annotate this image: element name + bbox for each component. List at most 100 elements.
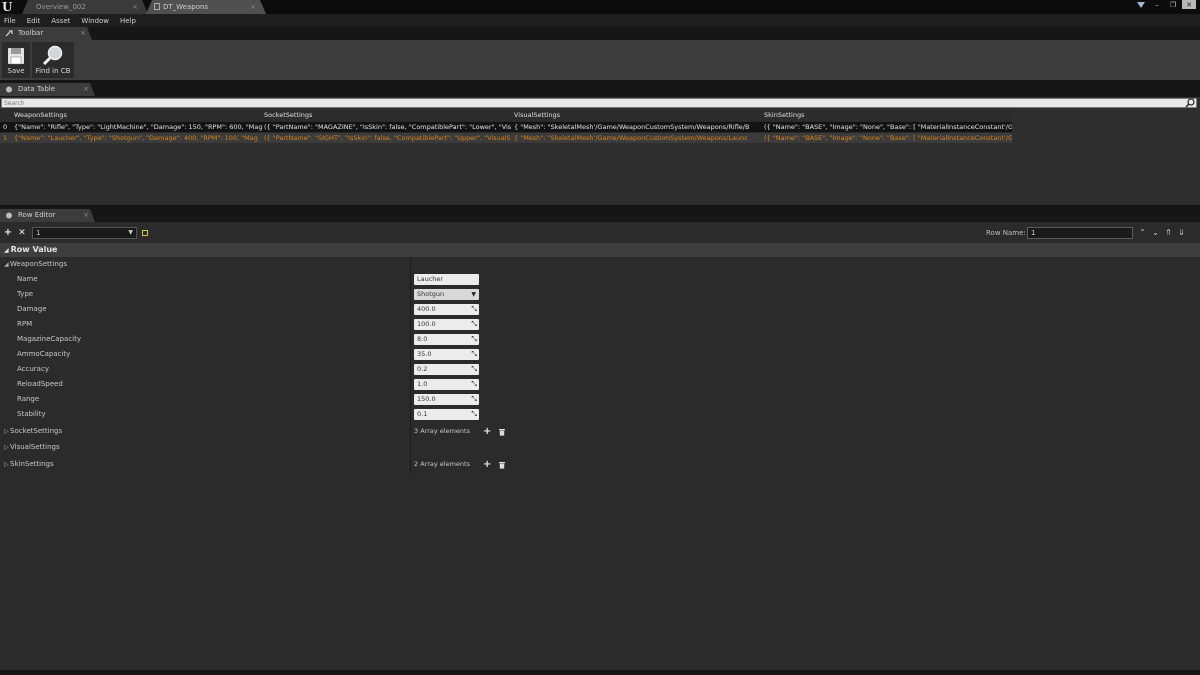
range-field[interactable]: 150.0 ⤡ xyxy=(414,394,479,405)
tab-toolbar[interactable]: Toolbar × xyxy=(0,27,92,40)
property-row-reload-speed: ReloadSpeed 1.0 ⤡ xyxy=(0,377,1200,392)
table-row-selected[interactable]: 1 {"Name": "Laucher", "Type": "Shotgun",… xyxy=(0,132,1012,143)
close-icon[interactable]: × xyxy=(83,209,89,222)
property-label: ReloadSpeed xyxy=(17,380,63,388)
close-window-icon[interactable]: ✕ xyxy=(1182,0,1196,9)
spin-arrows-icon[interactable]: ⤡ xyxy=(471,319,477,330)
stability-value: 0.1 xyxy=(417,410,428,418)
ammo-capacity-field[interactable]: 35.0 ⤡ xyxy=(414,349,479,360)
property-row-ammo-capacity: AmmoCapacity 35.0 ⤡ xyxy=(0,347,1200,362)
maximize-icon[interactable]: ❐ xyxy=(1166,0,1180,9)
close-icon[interactable]: × xyxy=(132,0,138,14)
group-socket-settings[interactable]: ▷ SocketSettings 3 Array elements + xyxy=(0,424,1200,439)
add-element-icon[interactable]: + xyxy=(483,457,491,472)
spin-arrows-icon[interactable]: ⤡ xyxy=(471,334,477,345)
add-element-icon[interactable]: + xyxy=(483,424,491,439)
spin-arrows-icon[interactable]: ⤡ xyxy=(471,349,477,360)
minimize-icon[interactable]: – xyxy=(1150,0,1164,9)
table-cell: { "Mesh": "SkeletalMesh'/Game/WeaponCust… xyxy=(514,123,750,131)
table-row[interactable]: 0 {"Name": "Rifle", "Type": "LightMachin… xyxy=(0,121,1012,132)
tab-data-table[interactable]: Data Table × xyxy=(0,83,95,96)
column-header[interactable]: VisualSettings xyxy=(512,110,762,121)
document-tab-label: DT_Weapons xyxy=(163,3,209,11)
row-select-dropdown[interactable]: 1 ▼ xyxy=(32,227,137,239)
search-icon[interactable] xyxy=(1185,98,1195,108)
magazine-capacity-field[interactable]: 8.0 ⤡ xyxy=(414,334,479,345)
group-skin-settings[interactable]: ▷ SkinSettings 2 Array elements + xyxy=(0,457,1200,472)
window-controls: – ❐ ✕ xyxy=(1134,0,1196,10)
stability-field[interactable]: 0.1 ⤡ xyxy=(414,409,479,420)
column-header[interactable]: WeaponSettings xyxy=(12,110,262,121)
table-cell: ({ "PartName": "MAGAZINE", "IsSkin": fal… xyxy=(264,123,512,131)
notification-icon[interactable] xyxy=(1134,0,1148,9)
panel-tab-label: Toolbar xyxy=(18,29,44,37)
move-down-icon[interactable]: ⌄ xyxy=(1151,228,1160,237)
expanded-triangle-icon: ◢ xyxy=(4,261,9,268)
reload-speed-field[interactable]: 1.0 ⤡ xyxy=(414,379,479,390)
damage-field[interactable]: 400.0 ⤡ xyxy=(414,304,479,315)
collapse-triangle-icon: ◢ xyxy=(4,247,9,254)
rpm-value: 100.0 xyxy=(417,320,436,328)
group-weapon-settings[interactable]: ◢ WeaponSettings xyxy=(0,257,1200,272)
menu-window[interactable]: Window xyxy=(81,17,109,25)
move-up-icon[interactable]: ⌃ xyxy=(1138,228,1147,237)
property-label: VisualSettings xyxy=(10,443,60,451)
property-label: Name xyxy=(17,275,38,283)
property-label: SocketSettings xyxy=(10,427,63,435)
property-label: Accuracy xyxy=(17,365,49,373)
menu-help[interactable]: Help xyxy=(120,17,136,25)
search-input[interactable] xyxy=(2,99,1182,108)
close-icon[interactable]: × xyxy=(250,0,256,14)
spin-arrows-icon[interactable]: ⤡ xyxy=(471,304,477,315)
find-in-cb-button[interactable]: Find in CB xyxy=(32,42,74,78)
row-name-input[interactable]: 1 xyxy=(1027,227,1133,239)
menu-edit[interactable]: Edit xyxy=(27,17,41,25)
add-row-icon[interactable]: + xyxy=(3,228,13,238)
toolbar-panel-strip: Toolbar × xyxy=(0,27,1200,40)
row-editor-toolbar: + ✕ 1 ▼ Row Name: 1 ⌃ ⌄ ⇑ ⇓ xyxy=(0,222,1200,243)
menu-asset[interactable]: Asset xyxy=(51,17,70,25)
document-tab-overview[interactable]: Overview_002 × xyxy=(22,0,148,14)
column-header[interactable]: SkinSettings xyxy=(762,110,1012,121)
spin-arrows-icon[interactable]: ⤡ xyxy=(471,364,477,375)
property-label: Stability xyxy=(17,410,46,418)
close-icon[interactable]: × xyxy=(83,83,89,96)
remove-row-icon[interactable]: ✕ xyxy=(17,228,27,238)
tab-row-editor[interactable]: Row Editor × xyxy=(0,209,95,222)
rpm-field[interactable]: 100.0 ⤡ xyxy=(414,319,479,330)
trash-icon[interactable] xyxy=(498,428,506,436)
spin-arrows-icon[interactable]: ⤡ xyxy=(471,379,477,390)
panel-tab-label: Data Table xyxy=(18,85,56,93)
row-editor-tab-icon xyxy=(5,212,13,219)
spin-arrows-icon[interactable]: ⤡ xyxy=(471,394,477,405)
spin-arrows-icon[interactable]: ⤡ xyxy=(471,409,477,420)
move-top-icon[interactable]: ⇑ xyxy=(1164,228,1173,237)
row-value-label: Row Value xyxy=(10,245,58,254)
menu-bar: File Edit Asset Window Help xyxy=(0,14,1200,27)
reload-speed-value: 1.0 xyxy=(417,380,428,388)
row-value-header[interactable]: ◢ Row Value xyxy=(0,243,1200,257)
browse-row-icon[interactable] xyxy=(142,230,148,236)
array-summary: 2 Array elements xyxy=(414,460,470,468)
trash-icon[interactable] xyxy=(498,461,506,469)
document-tab-dt-weapons[interactable]: DT_Weapons × xyxy=(146,0,266,14)
group-visual-settings[interactable]: ▷ VisualSettings xyxy=(0,440,1200,455)
toolbar: Save Find in CB xyxy=(0,40,1200,80)
data-table-grid: WeaponSettings SocketSettings VisualSett… xyxy=(0,110,1012,143)
panel-tab-label: Row Editor xyxy=(18,211,56,219)
collapsed-triangle-icon: ▷ xyxy=(4,444,9,451)
property-label: WeaponSettings xyxy=(10,260,67,268)
property-row-damage: Damage 400.0 ⤡ xyxy=(0,302,1200,317)
collapsed-triangle-icon: ▷ xyxy=(4,461,9,468)
menu-file[interactable]: File xyxy=(4,17,16,25)
close-icon[interactable]: × xyxy=(80,27,86,40)
title-bar: U Overview_002 × DT_Weapons × – ❐ ✕ xyxy=(0,0,1200,14)
column-header[interactable]: SocketSettings xyxy=(262,110,512,121)
save-button[interactable]: Save xyxy=(2,42,30,78)
search-bar[interactable] xyxy=(1,98,1197,108)
type-value: Shotgun xyxy=(417,290,445,298)
type-dropdown[interactable]: Shotgun ▼ xyxy=(414,289,479,300)
accuracy-field[interactable]: 0.2 ⤡ xyxy=(414,364,479,375)
name-field[interactable]: Laucher xyxy=(414,274,479,285)
move-bottom-icon[interactable]: ⇓ xyxy=(1177,228,1186,237)
